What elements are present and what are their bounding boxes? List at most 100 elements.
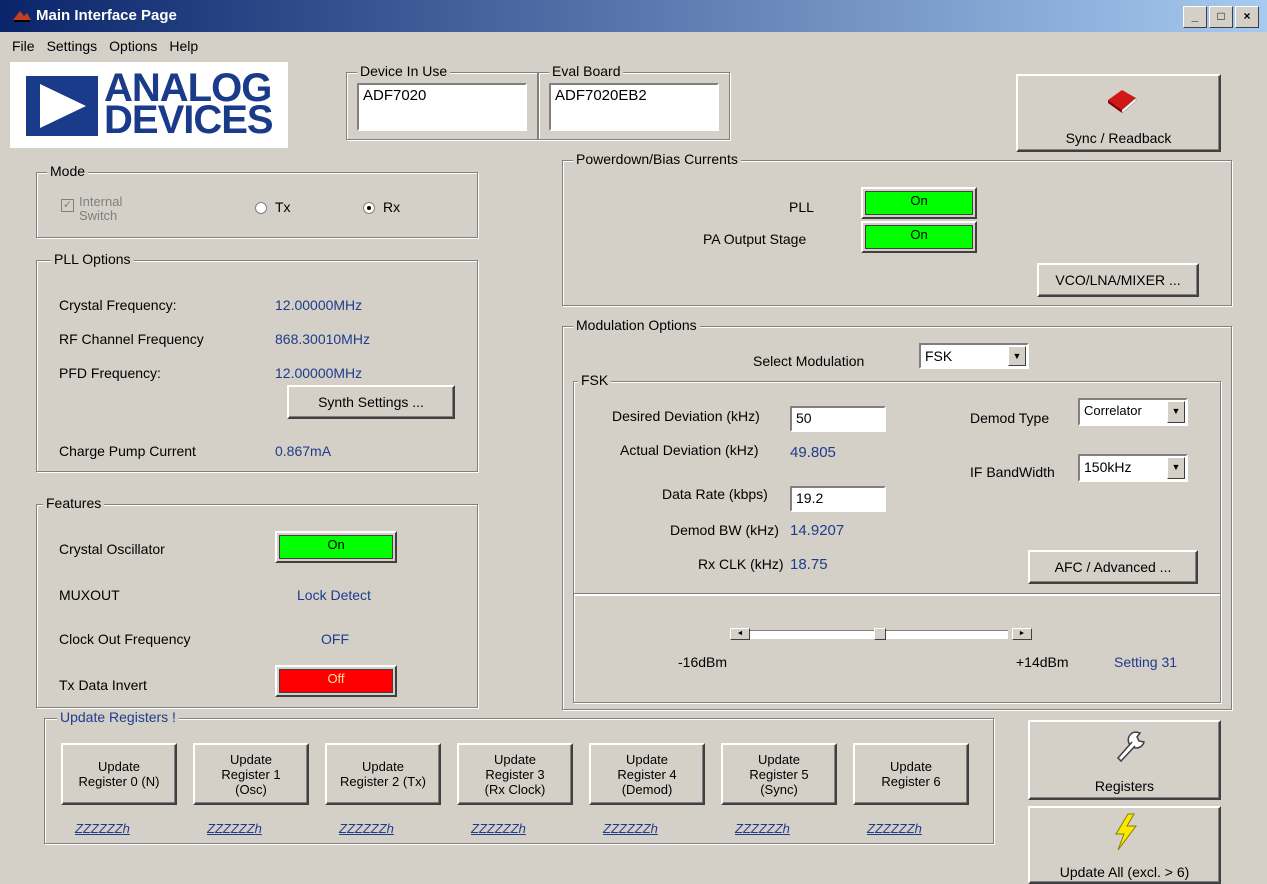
update-register-2-l1: Update	[362, 759, 404, 774]
minimize-button[interactable]: _	[1183, 6, 1207, 28]
rf-channel-frequency-label: RF Channel Frequency	[59, 331, 204, 347]
update-register-3-l1: Update	[494, 751, 536, 767]
crystal-frequency-value: 12.00000MHz	[275, 297, 363, 313]
update-register-1-button[interactable]: Update Register 1 (Osc)	[193, 743, 309, 805]
pa-output-stage-toggle[interactable]: On	[861, 221, 977, 253]
demod-type-select[interactable]: Correlator ▼	[1078, 398, 1188, 426]
pa-output-stage-label: PA Output Stage	[703, 231, 807, 247]
menu-file[interactable]: File	[6, 36, 41, 58]
demod-type-value: Correlator	[1084, 403, 1142, 418]
maximize-button[interactable]: □	[1209, 6, 1233, 28]
update-register-2-l2: Register 2 (Tx)	[340, 774, 426, 789]
data-rate-label: Data Rate (kbps)	[662, 486, 768, 502]
update-register-5-l2: Register 5	[749, 766, 809, 782]
tx-radio-label: Tx	[275, 199, 291, 215]
update-register-3-button[interactable]: Update Register 3 (Rx Clock)	[457, 743, 573, 805]
menu-bar: File Settings Options Help	[0, 36, 204, 58]
update-register-3-label: Update Register 3 (Rx Clock)	[485, 752, 546, 797]
synth-settings-button[interactable]: Synth Settings ...	[287, 385, 455, 419]
clock-out-frequency-label: Clock Out Frequency	[59, 631, 191, 647]
slider-left-arrow-icon[interactable]: ◄	[730, 628, 750, 640]
chevron-down-icon: ▼	[1167, 401, 1185, 423]
select-modulation-label: Select Modulation	[753, 353, 865, 369]
pll-label: PLL	[789, 199, 814, 215]
update-register-6-button[interactable]: Update Register 6	[853, 743, 969, 805]
update-register-3-l3: (Rx Clock)	[484, 781, 546, 797]
crystal-oscillator-state: On	[279, 535, 393, 559]
muxout-value: Lock Detect	[297, 587, 371, 603]
afc-advanced-button[interactable]: AFC / Advanced ...	[1028, 550, 1198, 584]
pll-options-group: PLL Options Crystal Frequency: 12.00000M…	[36, 251, 478, 472]
sync-readback-label: Sync / Readback	[1065, 130, 1172, 146]
desired-deviation-input[interactable]: 50	[790, 406, 886, 432]
features-label: Features	[43, 495, 105, 511]
register-2-hex-value: ZZZZZZh	[339, 821, 394, 836]
update-register-buttons: Update Register 0 (N) ZZZZZZh Update Registe…	[61, 743, 981, 839]
modulation-select[interactable]: FSK ▼	[919, 343, 1029, 369]
update-all-button[interactable]: Update All (excl. > 6)	[1028, 806, 1221, 884]
desired-deviation-label: Desired Deviation (kHz)	[612, 408, 760, 424]
pll-toggle[interactable]: On	[861, 187, 977, 219]
features-group: Features Crystal Oscillator On MUXOUT Lo…	[36, 495, 478, 708]
sync-readback-button[interactable]: Sync / Readback	[1016, 74, 1221, 152]
register-6-hex-value: ZZZZZZh	[867, 821, 922, 836]
demod-type-label: Demod Type	[970, 410, 1050, 426]
update-register-2-button[interactable]: Update Register 2 (Tx)	[325, 743, 441, 805]
rx-radio[interactable]	[363, 202, 375, 214]
slider-right-arrow-icon[interactable]: ►	[1012, 628, 1032, 640]
tx-data-invert-toggle[interactable]: Off	[275, 665, 397, 697]
modulation-options-label: Modulation Options	[573, 317, 700, 333]
update-register-4-l2: Register 4	[617, 766, 677, 782]
chevron-down-icon: ▼	[1008, 346, 1026, 366]
crystal-oscillator-toggle[interactable]: On	[275, 531, 397, 563]
update-register-1-l1: Update	[230, 751, 272, 767]
eval-board-group: Eval Board ADF7020EB2	[538, 63, 730, 140]
registers-button[interactable]: Registers	[1028, 720, 1221, 800]
register-1-hex-value: ZZZZZZh	[207, 821, 262, 836]
update-register-1-l3: (Osc)	[235, 781, 267, 797]
app-icon	[13, 11, 31, 22]
close-button[interactable]: ×	[1235, 6, 1259, 28]
update-register-4-button[interactable]: Update Register 4 (Demod)	[589, 743, 705, 805]
chevron-down-icon: ▼	[1167, 457, 1185, 479]
fsk-label: FSK	[578, 372, 612, 388]
update-register-0-button[interactable]: Update Register 0 (N)	[61, 743, 177, 805]
power-slider[interactable]: ◄ ►	[730, 628, 1032, 640]
title-bar: Main Interface Page _ □ ×	[0, 0, 1267, 32]
actual-deviation-value: 49.805	[790, 444, 836, 461]
clock-out-frequency-value: OFF	[321, 631, 349, 647]
menu-help[interactable]: Help	[163, 36, 204, 58]
tx-radio[interactable]	[255, 202, 267, 214]
vco-lna-mixer-button[interactable]: VCO/LNA/MIXER ...	[1037, 263, 1199, 297]
update-register-5-l3: (Sync)	[760, 781, 798, 797]
update-register-2-label: Update Register 2 (Tx)	[340, 759, 426, 789]
window-controls: _ □ ×	[1183, 6, 1259, 28]
menu-options[interactable]: Options	[103, 36, 163, 58]
update-register-6-l2: Register 6	[881, 774, 941, 789]
update-register-5-button[interactable]: Update Register 5 (Sync)	[721, 743, 837, 805]
analog-devices-logo: ANALOG DEVICES	[10, 62, 288, 148]
pll-state: On	[865, 191, 973, 215]
update-register-0-l2: Register 0 (N)	[78, 774, 160, 789]
update-registers-label: Update Registers !	[57, 709, 179, 725]
demod-bw-label: Demod BW (kHz)	[670, 522, 779, 538]
crystal-oscillator-label: Crystal Oscillator	[59, 541, 165, 557]
slider-thumb[interactable]	[874, 628, 886, 640]
update-register-6-l1: Update	[890, 759, 932, 774]
power-setting-value: Setting 31	[1114, 654, 1178, 670]
internal-switch-label: Internal Switch	[79, 194, 123, 223]
register-0-hex-value: ZZZZZZh	[75, 821, 130, 836]
internal-switch-checkbox[interactable]: ✓	[61, 199, 74, 212]
charge-pump-current-label: Charge Pump Current	[59, 443, 196, 459]
book-icon	[1108, 90, 1137, 114]
menu-settings[interactable]: Settings	[41, 36, 104, 58]
if-bandwidth-select[interactable]: 150kHz ▼	[1078, 454, 1188, 482]
eval-board-field: ADF7020EB2	[549, 83, 719, 131]
data-rate-input[interactable]: 19.2	[790, 486, 886, 512]
crystal-frequency-label: Crystal Frequency:	[59, 297, 177, 313]
update-register-5-l1: Update	[758, 751, 800, 767]
update-register-4-l1: Update	[626, 751, 668, 767]
update-register-1-label: Update Register 1 (Osc)	[221, 752, 280, 797]
modulation-select-value: FSK	[925, 348, 953, 364]
mode-group: Mode ✓ Internal Switch Tx Rx	[36, 163, 478, 238]
